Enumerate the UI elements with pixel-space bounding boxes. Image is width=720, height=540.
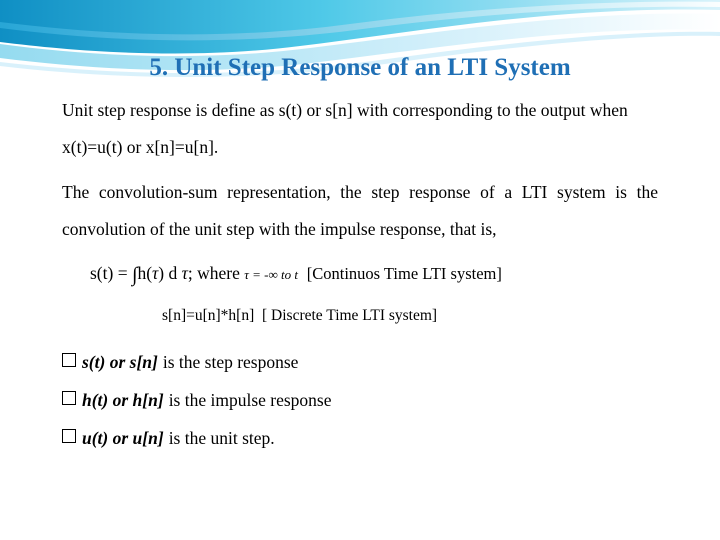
list-item-lead: u(t) or u[n] xyxy=(82,428,164,448)
list-item-rest: is the impulse response xyxy=(168,390,332,410)
equation-discrete-expression: s[n]=u[n]*h[n] xyxy=(162,307,255,324)
list-item: h(t) or h[n] is the impulse response xyxy=(62,382,662,418)
equation-discrete-time: s[n]=u[n]*h[n] [ Discrete Time LTI syste… xyxy=(62,304,662,328)
checkbox-bullet-icon xyxy=(62,391,76,405)
paragraph-convolution: The convolution-sum representation, the … xyxy=(62,182,658,239)
list-item: u(t) or u[n] is the unit step. xyxy=(62,420,662,456)
slide-body: Unit step response is define as s(t) or … xyxy=(62,92,662,458)
paragraph-definition: Unit step response is define as s(t) or … xyxy=(62,100,628,157)
integral-icon: ∫ xyxy=(131,264,138,286)
equation-continuous-mid: ) d xyxy=(158,263,182,283)
list-item-lead: h(t) or h[n] xyxy=(82,390,164,410)
checkbox-bullet-icon xyxy=(62,353,76,367)
equation-continuous-body: h( xyxy=(137,263,153,283)
list-item-rest: is the unit step. xyxy=(168,428,275,448)
slide: 5. Unit Step Response of an LTI System U… xyxy=(0,0,720,540)
equation-continuous-time: s(t) = ∫h(τ) d τ; where τ = -∞ to t [Con… xyxy=(62,258,662,290)
equation-discrete-note: [ Discrete Time LTI system] xyxy=(262,307,438,324)
list-item: s(t) or s[n] is the step response xyxy=(62,344,662,380)
list-item-lead: s(t) or s[n] xyxy=(82,352,158,372)
checkbox-bullet-icon xyxy=(62,429,76,443)
equation-continuous-note: [Continuos Time LTI system] xyxy=(306,264,502,283)
equation-continuous-where: ; where xyxy=(187,263,245,283)
bullet-list: s(t) or s[n] is the step response h(t) o… xyxy=(62,344,662,456)
equation-continuous-condition: τ = -∞ to t xyxy=(244,267,298,282)
page-title: 5. Unit Step Response of an LTI System xyxy=(149,54,571,81)
list-item-rest: is the step response xyxy=(162,352,299,372)
equation-continuous-lhs: s(t) = xyxy=(90,263,132,283)
